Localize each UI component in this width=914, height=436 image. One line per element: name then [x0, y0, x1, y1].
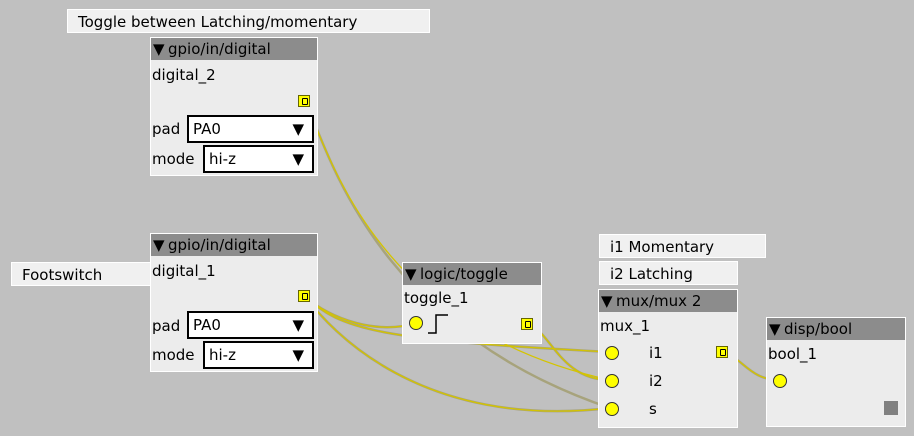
mode-label: mode: [152, 150, 195, 168]
pad-label: pad: [152, 317, 181, 335]
triangle-down-icon: ▼: [292, 346, 304, 364]
collapse-triangle-icon[interactable]: ▼: [405, 263, 420, 285]
object-type-label: mux/mux 2: [616, 292, 702, 310]
collapse-triangle-icon[interactable]: ▼: [153, 38, 168, 60]
object-type-label: logic/toggle: [420, 265, 508, 283]
mux-2-object[interactable]: ▼ mux/mux 2 mux_1 i1 i2 s: [598, 289, 738, 428]
inlet-port-icon[interactable]: [773, 374, 787, 388]
triangle-down-icon: ▼: [292, 316, 304, 334]
inlet-port-icon[interactable]: [605, 374, 619, 388]
instance-name[interactable]: digital_1: [152, 261, 216, 281]
object-type-label: gpio/in/digital: [168, 236, 271, 254]
inlet-port-icon[interactable]: [409, 316, 423, 330]
mode-select[interactable]: hi-z ▼: [203, 341, 314, 369]
instance-name[interactable]: digital_2: [152, 65, 216, 85]
rising-edge-icon: [428, 314, 448, 334]
bool-indicator: [884, 401, 898, 415]
comment-footswitch[interactable]: Footswitch: [11, 262, 151, 286]
pad-select[interactable]: PA0 ▼: [187, 311, 314, 339]
mode-value: hi-z: [209, 346, 236, 364]
object-header[interactable]: ▼ gpio/in/digital: [151, 38, 317, 60]
object-header[interactable]: ▼ gpio/in/digital: [151, 234, 317, 256]
inlet-label-i1: i1: [649, 344, 663, 362]
pad-label: pad: [152, 120, 181, 138]
object-header[interactable]: ▼ mux/mux 2: [599, 290, 737, 312]
instance-name[interactable]: bool_1: [768, 344, 817, 364]
outlet-port-icon[interactable]: [716, 346, 728, 358]
collapse-triangle-icon[interactable]: ▼: [769, 318, 784, 340]
instance-name[interactable]: mux_1: [600, 316, 650, 336]
pad-select[interactable]: PA0 ▼: [187, 115, 314, 143]
object-type-label: gpio/in/digital: [168, 40, 271, 58]
comment-toggle-between[interactable]: Toggle between Latching/momentary: [67, 9, 430, 33]
inlet-port-icon[interactable]: [605, 402, 619, 416]
object-type-label: disp/bool: [784, 320, 853, 338]
collapse-triangle-icon[interactable]: ▼: [601, 290, 616, 312]
disp-bool-object[interactable]: ▼ disp/bool bool_1: [766, 317, 906, 427]
gpio-digital-1-object[interactable]: ▼ gpio/in/digital digital_1 pad PA0 ▼ mod…: [150, 233, 318, 372]
comment-mux-i1[interactable]: i1 Momentary: [599, 234, 766, 258]
triangle-down-icon: ▼: [292, 150, 304, 168]
inlet-label-s: s: [649, 400, 657, 418]
gpio-digital-2-object[interactable]: ▼ gpio/in/digital digital_2 pad PA0 ▼ mod…: [150, 37, 318, 176]
triangle-down-icon: ▼: [292, 120, 304, 138]
logic-toggle-object[interactable]: ▼ logic/toggle toggle_1: [402, 262, 542, 344]
outlet-port-icon[interactable]: [298, 95, 310, 107]
mode-select[interactable]: hi-z ▼: [203, 145, 314, 173]
inlet-label-i2: i2: [649, 372, 663, 390]
outlet-port-icon[interactable]: [521, 318, 533, 330]
wire-digital1-toggle: [304, 295, 416, 328]
comment-mux-i2[interactable]: i2 Latching: [599, 261, 738, 285]
object-header[interactable]: ▼ logic/toggle: [403, 263, 541, 285]
pad-value: PA0: [193, 120, 221, 138]
mode-label: mode: [152, 346, 195, 364]
outlet-port-icon[interactable]: [298, 290, 310, 302]
object-header[interactable]: ▼ disp/bool: [767, 318, 905, 340]
mode-value: hi-z: [209, 150, 236, 168]
inlet-port-icon[interactable]: [605, 346, 619, 360]
collapse-triangle-icon[interactable]: ▼: [153, 234, 168, 256]
instance-name[interactable]: toggle_1: [404, 288, 469, 308]
pad-value: PA0: [193, 316, 221, 334]
